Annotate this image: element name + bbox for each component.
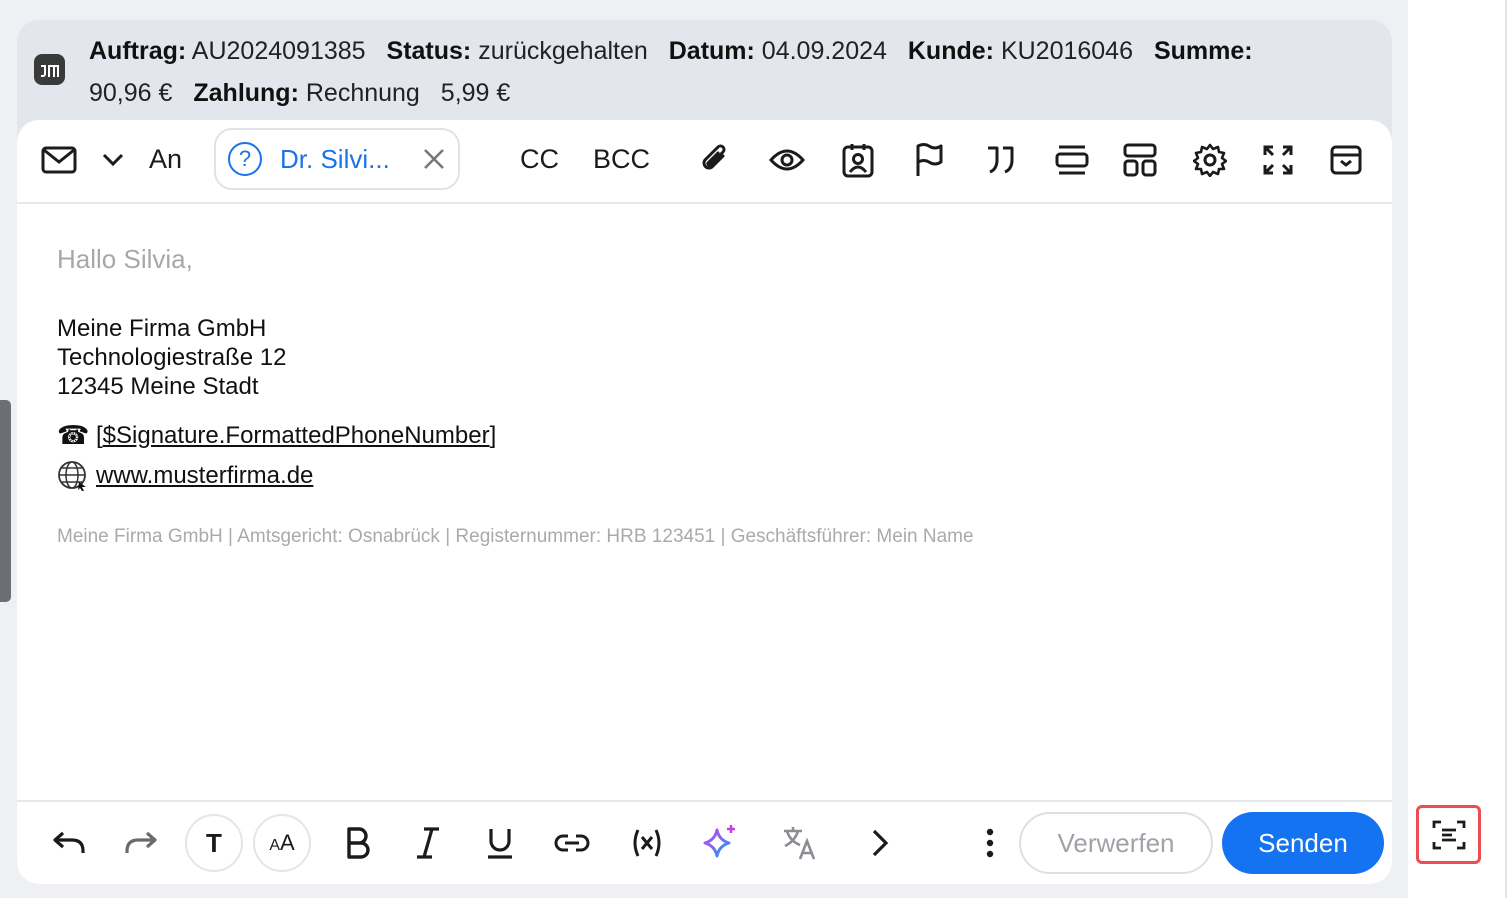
recipient-name: Dr. Silvi... xyxy=(280,144,390,174)
signature-phone: ☎ [ $Signature.FormattedPhoneNumber ] xyxy=(57,420,496,451)
chevron-right-icon[interactable] xyxy=(865,826,895,860)
order-summary: Auftrag: AU2024091385 Status: zurückgeha… xyxy=(89,30,1369,114)
text-scan-icon xyxy=(1432,820,1465,849)
signature-company: Meine Firma GmbH xyxy=(57,315,267,342)
font-size-button[interactable]: AA xyxy=(253,814,311,872)
formatting-toolbar: T AA Verwerfen Senden xyxy=(17,800,1392,884)
underline-icon[interactable] xyxy=(483,824,517,862)
signature-website: www.musterfirma.de xyxy=(57,460,313,492)
attachment-icon[interactable] xyxy=(695,140,735,180)
undo-icon[interactable] xyxy=(51,826,87,860)
cc-button[interactable]: CC xyxy=(520,144,559,175)
more-options-icon[interactable] xyxy=(979,826,1001,860)
text-style-label: T xyxy=(206,827,222,858)
font-size-label: AA xyxy=(269,830,295,855)
website-link[interactable]: www.musterfirma.de xyxy=(96,462,313,490)
question-icon: ? xyxy=(228,142,262,176)
zahlung-value: Rechnung xyxy=(305,79,420,107)
mail-icon[interactable] xyxy=(39,142,79,178)
greeting-text: Hallo Silvia, xyxy=(57,244,193,274)
signature-street: Technologiestraße 12 xyxy=(57,344,287,371)
redo-icon[interactable] xyxy=(123,826,159,860)
auftrag-value: AU2024091385 xyxy=(191,37,366,65)
bold-icon[interactable] xyxy=(341,824,375,862)
datum-value: 04.09.2024 xyxy=(761,37,887,65)
globe-icon xyxy=(57,460,96,492)
ai-sparkle-icon[interactable] xyxy=(701,822,741,862)
legal-footer: Meine Firma GmbH | Amtsgericht: Osnabrüc… xyxy=(57,526,974,547)
link-icon[interactable] xyxy=(553,826,591,860)
contact-card-icon[interactable] xyxy=(839,140,877,180)
status-value: zurückgehalten xyxy=(478,37,648,65)
phone-placeholder-link[interactable]: $Signature.FormattedPhoneNumber xyxy=(103,422,490,450)
archive-icon[interactable] xyxy=(1327,142,1365,178)
phone-bracket-close: ] xyxy=(489,421,497,449)
quote-icon[interactable] xyxy=(983,142,1019,178)
layout-icon[interactable] xyxy=(1121,142,1159,178)
eye-icon[interactable] xyxy=(767,142,807,178)
kunde-label: Kunde: xyxy=(907,37,994,65)
phone-icon: ☎ xyxy=(57,420,90,450)
kunde-value: KU2016046 xyxy=(1000,37,1133,65)
translate-icon[interactable] xyxy=(781,824,819,862)
summe-label: Summe: xyxy=(1153,37,1253,65)
close-icon[interactable] xyxy=(422,147,446,171)
template-block-icon[interactable] xyxy=(1053,142,1091,178)
datum-label: Datum: xyxy=(668,37,755,65)
app-logo-icon xyxy=(34,54,65,85)
status-label: Status: xyxy=(386,37,472,65)
summe-value: 90,96 € xyxy=(89,79,173,107)
text-recognition-button[interactable] xyxy=(1416,805,1481,864)
mail-composer: An ? Dr. Silvi... CC BCC Hallo Silvia, M… xyxy=(17,120,1392,884)
flag-icon[interactable] xyxy=(911,140,947,180)
bcc-button[interactable]: BCC xyxy=(593,144,650,175)
signature-block: Meine Firma GmbH Technologiestraße 12 12… xyxy=(57,314,286,401)
page-scrollbar[interactable] xyxy=(0,400,11,602)
right-side-panel xyxy=(1408,0,1507,898)
zahlung-amount: 5,99 € xyxy=(440,79,511,107)
discard-button[interactable]: Verwerfen xyxy=(1019,812,1213,874)
auftrag-label: Auftrag: xyxy=(89,37,187,65)
phone-bracket-open: [ xyxy=(96,421,103,449)
signature-city: 12345 Meine Stadt xyxy=(57,373,259,400)
send-button[interactable]: Senden xyxy=(1222,812,1384,874)
text-style-button[interactable]: T xyxy=(185,814,243,872)
order-mail-card: Auftrag: AU2024091385 Status: zurückgeha… xyxy=(17,20,1392,884)
composer-header-toolbar: An ? Dr. Silvi... CC BCC xyxy=(17,120,1392,204)
fullscreen-icon[interactable] xyxy=(1259,142,1297,178)
variable-icon[interactable] xyxy=(627,826,667,860)
recipient-chip[interactable]: ? Dr. Silvi... xyxy=(214,128,460,190)
italic-icon[interactable] xyxy=(411,824,445,862)
zahlung-label: Zahlung: xyxy=(193,79,299,107)
gear-icon[interactable] xyxy=(1191,140,1229,180)
chevron-down-icon[interactable] xyxy=(101,148,125,172)
to-label: An xyxy=(149,144,183,174)
